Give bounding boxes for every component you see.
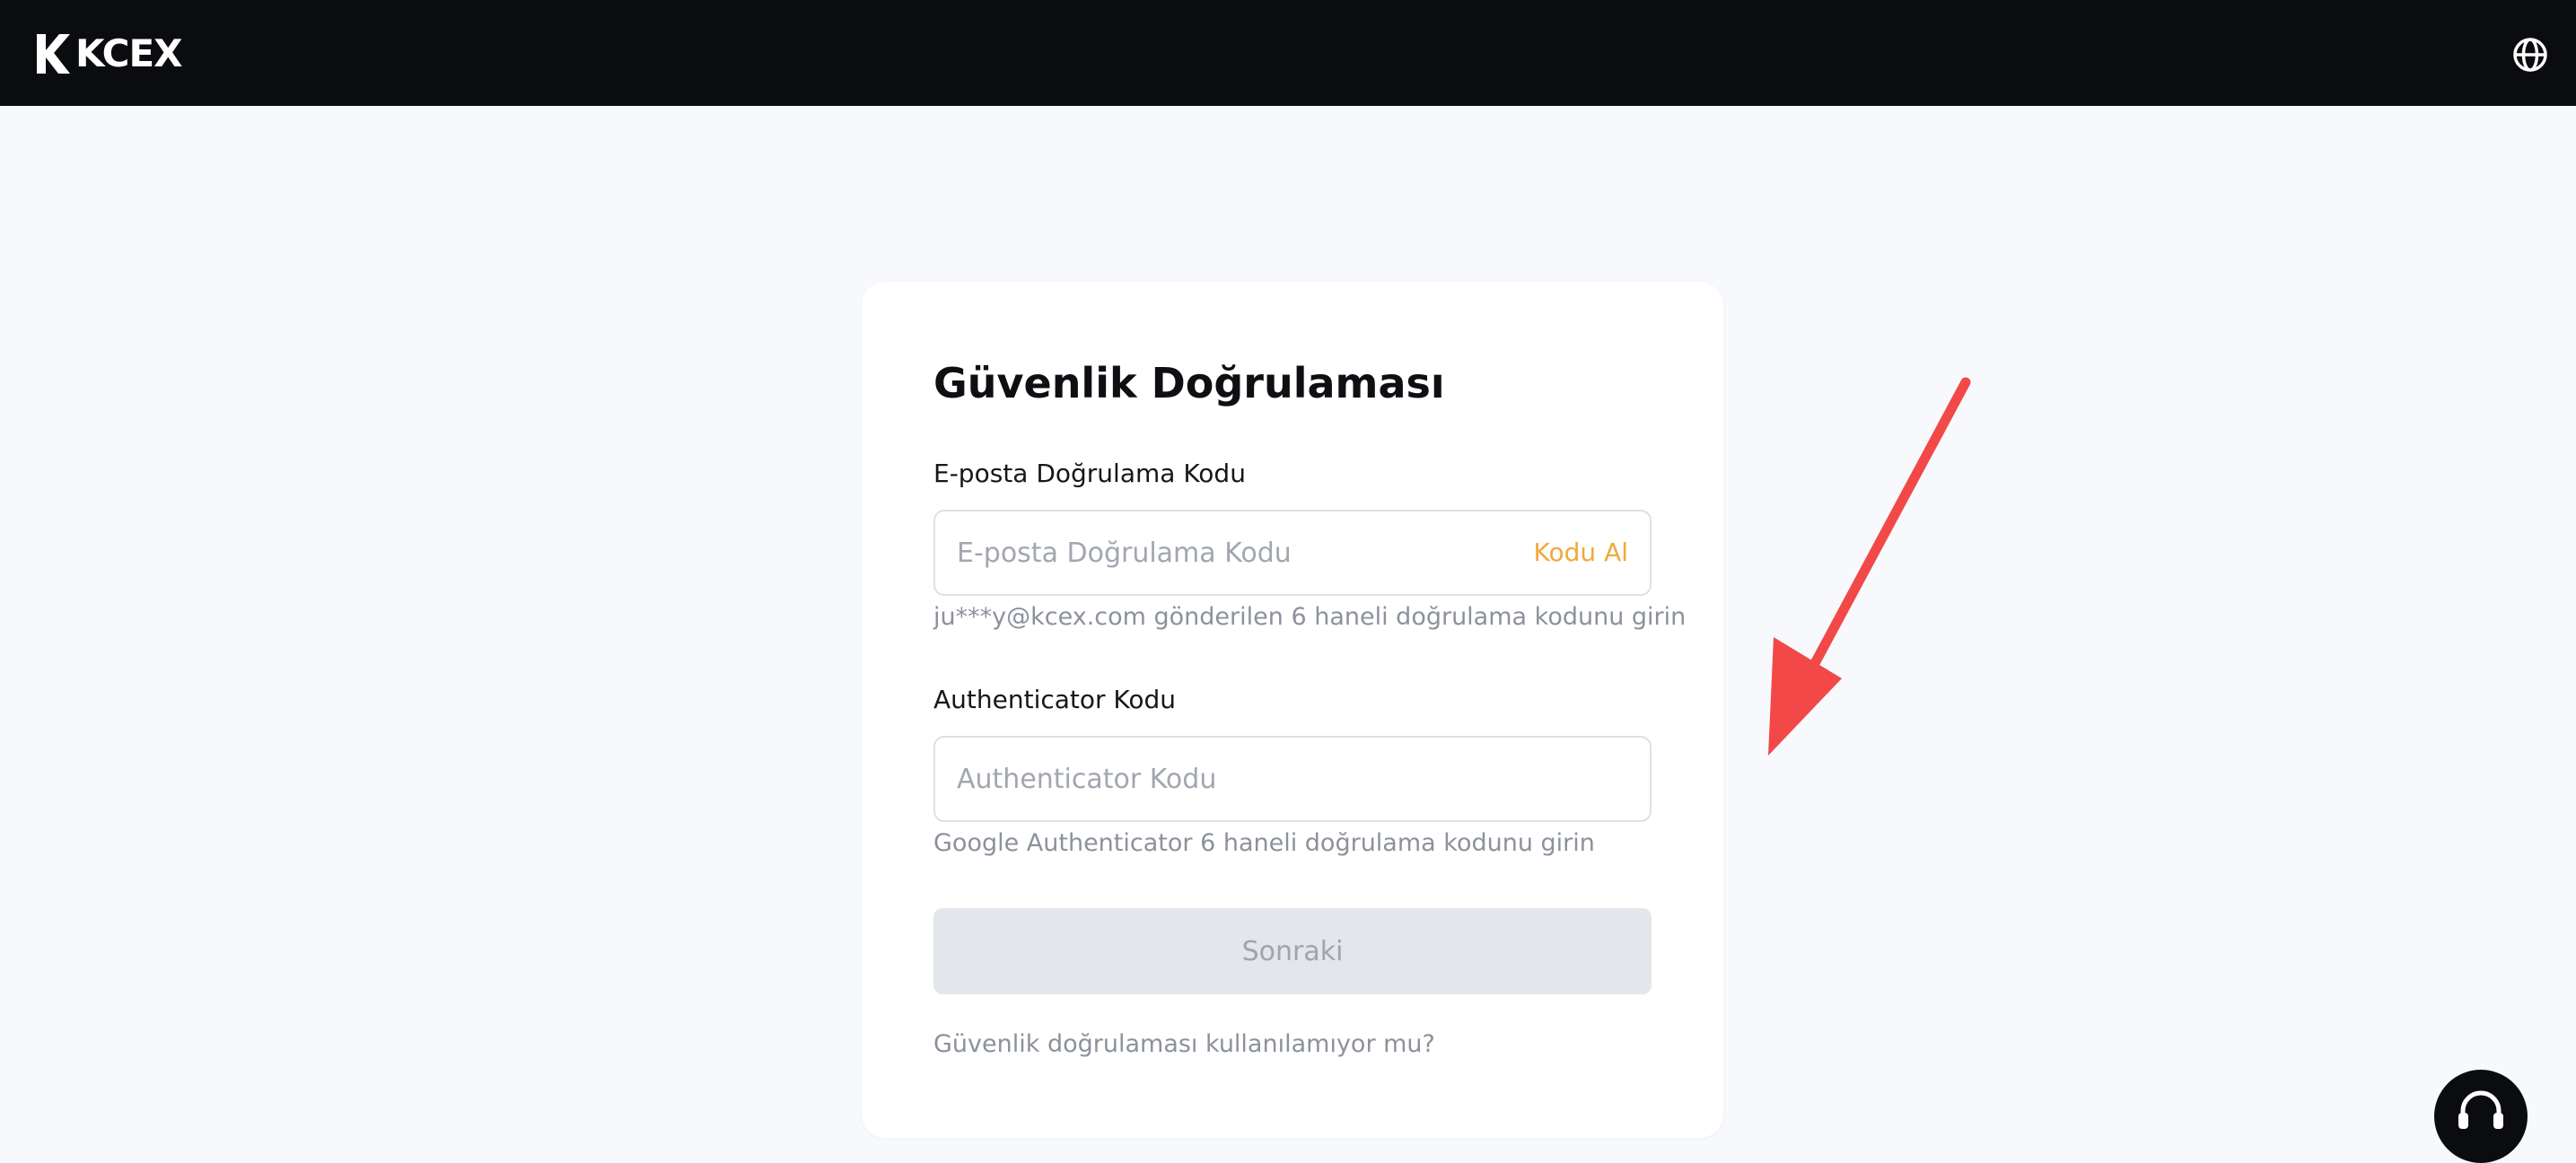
brand-name: KCEX	[75, 31, 183, 75]
security-verification-card: Güvenlik Doğrulaması E-posta Doğrulama K…	[862, 282, 1723, 1138]
page-title: Güvenlik Doğrulaması	[933, 359, 1445, 407]
kcex-logo[interactable]: KCEX	[34, 31, 183, 75]
get-code-button[interactable]: Kodu Al	[1534, 512, 1628, 594]
email-code-label: E-posta Doğrulama Kodu	[933, 459, 1246, 488]
email-code-input[interactable]	[957, 512, 1477, 594]
authenticator-code-hint: Google Authenticator 6 haneli doğrulama …	[933, 829, 1595, 857]
support-chat-button[interactable]	[2434, 1070, 2528, 1163]
arrow-icon	[1768, 377, 1971, 756]
authenticator-code-input[interactable]	[957, 738, 1477, 820]
verification-unavailable-link[interactable]: Güvenlik doğrulaması kullanılamıyor mu?	[933, 1028, 1435, 1061]
email-code-field: Kodu Al	[933, 510, 1652, 596]
email-code-hint: ju***y@kcex.com gönderilen 6 haneli doğr…	[933, 603, 1687, 631]
top-bar: KCEX	[0, 0, 2576, 106]
authenticator-code-field	[933, 736, 1652, 822]
authenticator-code-label: Authenticator Kodu	[933, 685, 1177, 714]
globe-icon[interactable]	[2511, 36, 2549, 74]
kcex-logo-mark-icon	[37, 34, 70, 74]
next-button[interactable]: Sonraki	[933, 908, 1652, 994]
headset-icon	[2458, 1090, 2503, 1129]
